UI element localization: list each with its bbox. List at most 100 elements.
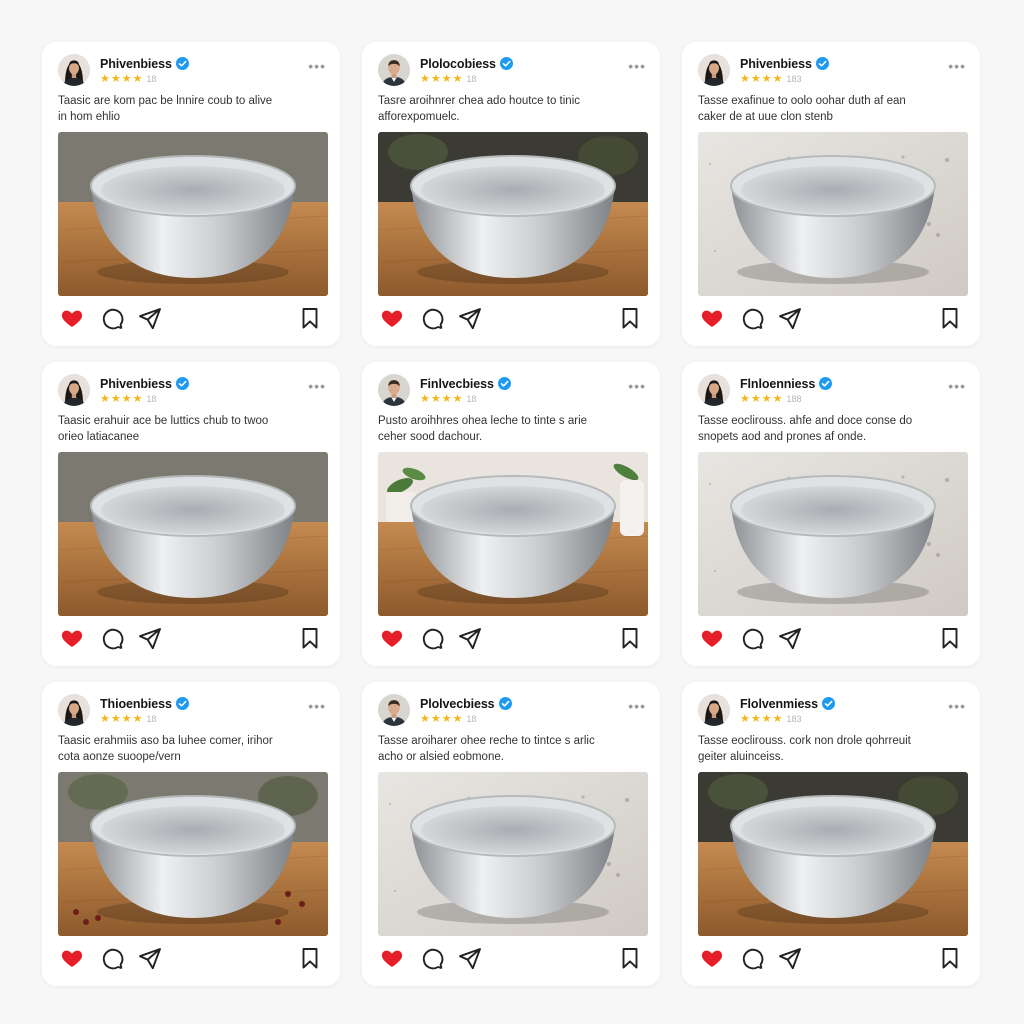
bookmark-icon[interactable] bbox=[618, 626, 642, 650]
post-actions bbox=[698, 306, 966, 330]
star-icon: ★★★★ bbox=[100, 393, 144, 405]
username[interactable]: Flnloenniess bbox=[740, 377, 833, 391]
bookmark-icon[interactable] bbox=[618, 306, 642, 330]
avatar[interactable] bbox=[58, 374, 90, 406]
avatar[interactable] bbox=[378, 694, 410, 726]
post-card[interactable]: Flnloenniess ★★★★ 188 ••• Tasse eoclirous… bbox=[682, 362, 980, 666]
bookmark-icon[interactable] bbox=[298, 306, 322, 330]
more-icon[interactable]: ••• bbox=[628, 58, 646, 74]
share-icon[interactable] bbox=[138, 946, 162, 970]
star-rating: ★★★★ 183 bbox=[740, 713, 801, 725]
avatar[interactable] bbox=[698, 54, 730, 86]
more-icon[interactable]: ••• bbox=[948, 58, 966, 74]
caption-line: acho or alsied eobmone. bbox=[378, 750, 504, 763]
more-icon[interactable]: ••• bbox=[948, 378, 966, 394]
post-photo[interactable] bbox=[698, 452, 968, 616]
caption-line: cota aonze suoope/vern bbox=[58, 750, 181, 763]
post-actions bbox=[378, 626, 646, 650]
comment-icon[interactable] bbox=[420, 946, 444, 970]
heart-icon[interactable] bbox=[380, 626, 404, 650]
post-photo[interactable] bbox=[58, 132, 328, 296]
avatar[interactable] bbox=[698, 694, 730, 726]
bookmark-icon[interactable] bbox=[938, 626, 962, 650]
star-rating: ★★★★ 18 bbox=[420, 73, 476, 85]
post-card[interactable]: Phivenbiess ★★★★ 18 ••• Taasic erahuir ac… bbox=[42, 362, 340, 666]
post-photo[interactable] bbox=[378, 452, 648, 616]
comment-icon[interactable] bbox=[420, 306, 444, 330]
comment-icon[interactable] bbox=[100, 306, 124, 330]
post-caption: Tasse eoclirouss. ahfe and doce conse do… bbox=[698, 414, 964, 445]
post-header: Flolvenmiess ★★★★ 183 ••• bbox=[698, 694, 966, 730]
post-photo[interactable] bbox=[58, 452, 328, 616]
username[interactable]: Phivenbiess bbox=[100, 377, 189, 391]
rating-count: 188 bbox=[786, 394, 802, 404]
heart-icon[interactable] bbox=[60, 946, 84, 970]
share-icon[interactable] bbox=[778, 626, 802, 650]
comment-icon[interactable] bbox=[740, 306, 764, 330]
more-icon[interactable]: ••• bbox=[628, 378, 646, 394]
post-photo[interactable] bbox=[698, 132, 968, 296]
post-photo[interactable] bbox=[378, 132, 648, 296]
post-card[interactable]: Phivenbiess ★★★★ 18 ••• Taasic are kom pa… bbox=[42, 42, 340, 346]
post-header: Phivenbiess ★★★★ 18 ••• bbox=[58, 54, 326, 90]
post-photo[interactable] bbox=[378, 772, 648, 936]
avatar[interactable] bbox=[58, 694, 90, 726]
comment-icon[interactable] bbox=[740, 626, 764, 650]
share-icon[interactable] bbox=[458, 626, 482, 650]
share-icon[interactable] bbox=[138, 626, 162, 650]
rating-count: 18 bbox=[146, 714, 157, 724]
post-card[interactable]: Plolocobiess ★★★★ 18 ••• Tasre aroihnrer … bbox=[362, 42, 660, 346]
username[interactable]: Thioenbiess bbox=[100, 697, 189, 711]
heart-icon[interactable] bbox=[700, 946, 724, 970]
heart-icon[interactable] bbox=[60, 306, 84, 330]
username[interactable]: Flolvenmiess bbox=[740, 697, 835, 711]
post-actions bbox=[58, 306, 326, 330]
more-icon[interactable]: ••• bbox=[948, 698, 966, 714]
more-icon[interactable]: ••• bbox=[628, 698, 646, 714]
heart-icon[interactable] bbox=[60, 626, 84, 650]
caption-line: Tasse exafinue to oolo oohar duth af ean bbox=[698, 95, 906, 107]
heart-icon[interactable] bbox=[380, 946, 404, 970]
share-icon[interactable] bbox=[138, 306, 162, 330]
username[interactable]: Plolocobiess bbox=[420, 57, 513, 71]
post-card[interactable]: Thioenbiess ★★★★ 18 ••• Taasic erahmiis a… bbox=[42, 682, 340, 986]
heart-icon[interactable] bbox=[700, 626, 724, 650]
more-icon[interactable]: ••• bbox=[308, 58, 326, 74]
post-photo[interactable] bbox=[698, 772, 968, 936]
comment-icon[interactable] bbox=[100, 626, 124, 650]
heart-icon[interactable] bbox=[380, 306, 404, 330]
more-icon[interactable]: ••• bbox=[308, 698, 326, 714]
username[interactable]: Phivenbiess bbox=[100, 57, 189, 71]
post-caption: Taasic erahuir ace be luttics chub to tw… bbox=[58, 414, 324, 445]
username[interactable]: Finlvecbiess bbox=[420, 377, 511, 391]
bookmark-icon[interactable] bbox=[298, 626, 322, 650]
comment-icon[interactable] bbox=[100, 946, 124, 970]
bookmark-icon[interactable] bbox=[298, 946, 322, 970]
rating-count: 18 bbox=[466, 394, 477, 404]
post-card[interactable]: Finlvecbiess ★★★★ 18 ••• Pusto aroihhres … bbox=[362, 362, 660, 666]
avatar[interactable] bbox=[378, 374, 410, 406]
more-icon[interactable]: ••• bbox=[308, 378, 326, 394]
share-icon[interactable] bbox=[458, 946, 482, 970]
caption-line: Tasse eoclirouss. ahfe and doce conse do bbox=[698, 415, 913, 427]
post-card[interactable]: Plolvecbiess ★★★★ 18 ••• Tasse aroiharer … bbox=[362, 682, 660, 986]
share-icon[interactable] bbox=[778, 306, 802, 330]
avatar[interactable] bbox=[58, 54, 90, 86]
avatar[interactable] bbox=[698, 374, 730, 406]
share-icon[interactable] bbox=[778, 946, 802, 970]
bookmark-icon[interactable] bbox=[938, 946, 962, 970]
verified-icon bbox=[175, 377, 189, 390]
bookmark-icon[interactable] bbox=[618, 946, 642, 970]
star-rating: ★★★★ 18 bbox=[420, 713, 476, 725]
username[interactable]: Phivenbiess bbox=[740, 57, 829, 71]
share-icon[interactable] bbox=[458, 306, 482, 330]
username[interactable]: Plolvecbiess bbox=[420, 697, 512, 711]
heart-icon[interactable] bbox=[700, 306, 724, 330]
bookmark-icon[interactable] bbox=[938, 306, 962, 330]
avatar[interactable] bbox=[378, 54, 410, 86]
comment-icon[interactable] bbox=[740, 946, 764, 970]
comment-icon[interactable] bbox=[420, 626, 444, 650]
post-photo[interactable] bbox=[58, 772, 328, 936]
post-card[interactable]: Phivenbiess ★★★★ 183 ••• Tasse exafinue t… bbox=[682, 42, 980, 346]
post-card[interactable]: Flolvenmiess ★★★★ 183 ••• Tasse eoclirous… bbox=[682, 682, 980, 986]
